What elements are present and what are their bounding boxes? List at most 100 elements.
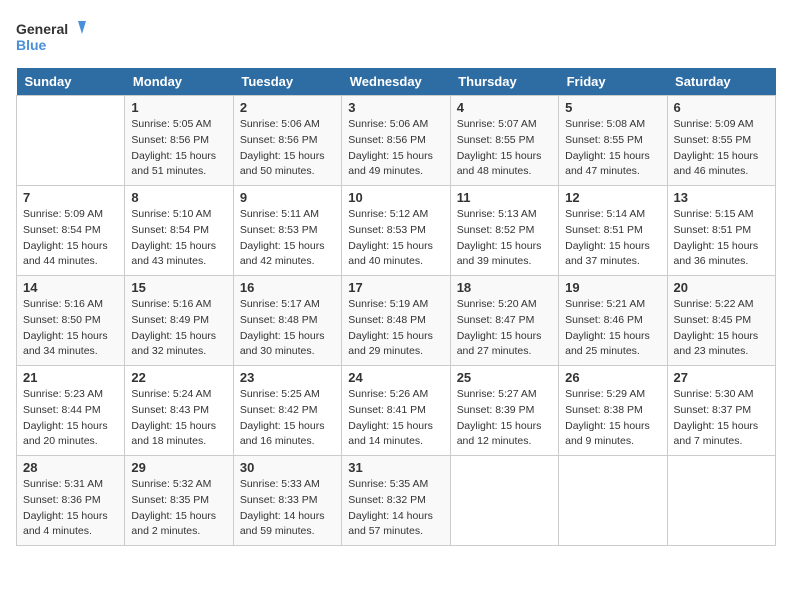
- calendar-cell: 29 Sunrise: 5:32 AM Sunset: 8:35 PM Dayli…: [125, 456, 233, 546]
- day-number: 29: [131, 460, 226, 475]
- calendar-cell: 3 Sunrise: 5:06 AM Sunset: 8:56 PM Daylig…: [342, 96, 450, 186]
- weekday-header-thursday: Thursday: [450, 68, 558, 96]
- calendar-cell: [559, 456, 667, 546]
- calendar-cell: [450, 456, 558, 546]
- day-number: 12: [565, 190, 660, 205]
- calendar-cell: 21 Sunrise: 5:23 AM Sunset: 8:44 PM Dayli…: [17, 366, 125, 456]
- day-number: 22: [131, 370, 226, 385]
- day-number: 9: [240, 190, 335, 205]
- day-info: Sunrise: 5:10 AM Sunset: 8:54 PM Dayligh…: [131, 207, 226, 270]
- day-number: 3: [348, 100, 443, 115]
- day-info: Sunrise: 5:17 AM Sunset: 8:48 PM Dayligh…: [240, 297, 335, 360]
- weekday-header-saturday: Saturday: [667, 68, 775, 96]
- calendar-cell: 28 Sunrise: 5:31 AM Sunset: 8:36 PM Dayli…: [17, 456, 125, 546]
- day-info: Sunrise: 5:25 AM Sunset: 8:42 PM Dayligh…: [240, 387, 335, 450]
- day-info: Sunrise: 5:12 AM Sunset: 8:53 PM Dayligh…: [348, 207, 443, 270]
- calendar-cell: 14 Sunrise: 5:16 AM Sunset: 8:50 PM Dayli…: [17, 276, 125, 366]
- day-number: 11: [457, 190, 552, 205]
- calendar-cell: 19 Sunrise: 5:21 AM Sunset: 8:46 PM Dayli…: [559, 276, 667, 366]
- logo: General Blue: [16, 16, 86, 56]
- day-info: Sunrise: 5:30 AM Sunset: 8:37 PM Dayligh…: [674, 387, 769, 450]
- day-number: 26: [565, 370, 660, 385]
- day-info: Sunrise: 5:15 AM Sunset: 8:51 PM Dayligh…: [674, 207, 769, 270]
- week-row-5: 28 Sunrise: 5:31 AM Sunset: 8:36 PM Dayli…: [17, 456, 776, 546]
- logo-svg: General Blue: [16, 16, 86, 56]
- day-number: 28: [23, 460, 118, 475]
- calendar-cell: 1 Sunrise: 5:05 AM Sunset: 8:56 PM Daylig…: [125, 96, 233, 186]
- calendar-cell: [17, 96, 125, 186]
- day-number: 14: [23, 280, 118, 295]
- calendar-cell: 7 Sunrise: 5:09 AM Sunset: 8:54 PM Daylig…: [17, 186, 125, 276]
- day-number: 24: [348, 370, 443, 385]
- calendar-cell: 8 Sunrise: 5:10 AM Sunset: 8:54 PM Daylig…: [125, 186, 233, 276]
- day-number: 23: [240, 370, 335, 385]
- calendar-cell: 24 Sunrise: 5:26 AM Sunset: 8:41 PM Dayli…: [342, 366, 450, 456]
- weekday-header-monday: Monday: [125, 68, 233, 96]
- weekday-header-friday: Friday: [559, 68, 667, 96]
- day-number: 31: [348, 460, 443, 475]
- calendar-cell: 17Sunrise: 5:19 AM Sunset: 8:48 PM Dayli…: [342, 276, 450, 366]
- day-number: 27: [674, 370, 769, 385]
- day-info: Sunrise: 5:06 AM Sunset: 8:56 PM Dayligh…: [240, 117, 335, 180]
- day-info: Sunrise: 5:06 AM Sunset: 8:56 PM Dayligh…: [348, 117, 443, 180]
- day-number: 13: [674, 190, 769, 205]
- calendar-cell: 15 Sunrise: 5:16 AM Sunset: 8:49 PM Dayli…: [125, 276, 233, 366]
- weekday-header-tuesday: Tuesday: [233, 68, 341, 96]
- calendar-cell: 9 Sunrise: 5:11 AM Sunset: 8:53 PM Daylig…: [233, 186, 341, 276]
- weekday-header-row: SundayMondayTuesdayWednesdayThursdayFrid…: [17, 68, 776, 96]
- week-row-4: 21 Sunrise: 5:23 AM Sunset: 8:44 PM Dayli…: [17, 366, 776, 456]
- day-number: 19: [565, 280, 660, 295]
- day-number: 15: [131, 280, 226, 295]
- week-row-1: 1 Sunrise: 5:05 AM Sunset: 8:56 PM Daylig…: [17, 96, 776, 186]
- day-number: 5: [565, 100, 660, 115]
- calendar-cell: 5 Sunrise: 5:08 AM Sunset: 8:55 PM Daylig…: [559, 96, 667, 186]
- day-info: Sunrise: 5:20 AM Sunset: 8:47 PM Dayligh…: [457, 297, 552, 360]
- day-number: 18: [457, 280, 552, 295]
- calendar-cell: 10 Sunrise: 5:12 AM Sunset: 8:53 PM Dayli…: [342, 186, 450, 276]
- calendar-cell: 22 Sunrise: 5:24 AM Sunset: 8:43 PM Dayli…: [125, 366, 233, 456]
- day-number: 17: [348, 280, 443, 295]
- day-number: 7: [23, 190, 118, 205]
- day-number: 1: [131, 100, 226, 115]
- week-row-3: 14 Sunrise: 5:16 AM Sunset: 8:50 PM Dayli…: [17, 276, 776, 366]
- calendar-cell: 18 Sunrise: 5:20 AM Sunset: 8:47 PM Dayli…: [450, 276, 558, 366]
- calendar-cell: [667, 456, 775, 546]
- calendar-cell: 27 Sunrise: 5:30 AM Sunset: 8:37 PM Dayli…: [667, 366, 775, 456]
- day-number: 8: [131, 190, 226, 205]
- day-info: Sunrise: 5:16 AM Sunset: 8:50 PM Dayligh…: [23, 297, 118, 360]
- day-number: 20: [674, 280, 769, 295]
- calendar-cell: 26 Sunrise: 5:29 AM Sunset: 8:38 PM Dayli…: [559, 366, 667, 456]
- day-number: 21: [23, 370, 118, 385]
- day-info: Sunrise: 5:31 AM Sunset: 8:36 PM Dayligh…: [23, 477, 118, 540]
- day-info: Sunrise: 5:29 AM Sunset: 8:38 PM Dayligh…: [565, 387, 660, 450]
- day-info: Sunrise: 5:16 AM Sunset: 8:49 PM Dayligh…: [131, 297, 226, 360]
- svg-text:Blue: Blue: [16, 37, 47, 53]
- day-info: Sunrise: 5:09 AM Sunset: 8:54 PM Dayligh…: [23, 207, 118, 270]
- day-number: 6: [674, 100, 769, 115]
- day-info: Sunrise: 5:21 AM Sunset: 8:46 PM Dayligh…: [565, 297, 660, 360]
- day-number: 30: [240, 460, 335, 475]
- day-info: Sunrise: 5:07 AM Sunset: 8:55 PM Dayligh…: [457, 117, 552, 180]
- svg-text:General: General: [16, 21, 68, 37]
- week-row-2: 7 Sunrise: 5:09 AM Sunset: 8:54 PM Daylig…: [17, 186, 776, 276]
- calendar-cell: 6Sunrise: 5:09 AM Sunset: 8:55 PM Daylig…: [667, 96, 775, 186]
- calendar-cell: 12 Sunrise: 5:14 AM Sunset: 8:51 PM Dayli…: [559, 186, 667, 276]
- calendar-cell: 25Sunrise: 5:27 AM Sunset: 8:39 PM Dayli…: [450, 366, 558, 456]
- day-info: Sunrise: 5:23 AM Sunset: 8:44 PM Dayligh…: [23, 387, 118, 450]
- calendar-cell: 2 Sunrise: 5:06 AM Sunset: 8:56 PM Daylig…: [233, 96, 341, 186]
- day-number: 10: [348, 190, 443, 205]
- calendar-cell: 16Sunrise: 5:17 AM Sunset: 8:48 PM Dayli…: [233, 276, 341, 366]
- day-info: Sunrise: 5:26 AM Sunset: 8:41 PM Dayligh…: [348, 387, 443, 450]
- day-info: Sunrise: 5:14 AM Sunset: 8:51 PM Dayligh…: [565, 207, 660, 270]
- day-info: Sunrise: 5:24 AM Sunset: 8:43 PM Dayligh…: [131, 387, 226, 450]
- day-info: Sunrise: 5:05 AM Sunset: 8:56 PM Dayligh…: [131, 117, 226, 180]
- day-info: Sunrise: 5:08 AM Sunset: 8:55 PM Dayligh…: [565, 117, 660, 180]
- calendar-cell: 30 Sunrise: 5:33 AM Sunset: 8:33 PM Dayli…: [233, 456, 341, 546]
- day-info: Sunrise: 5:11 AM Sunset: 8:53 PM Dayligh…: [240, 207, 335, 270]
- calendar-cell: 20Sunrise: 5:22 AM Sunset: 8:45 PM Dayli…: [667, 276, 775, 366]
- day-info: Sunrise: 5:33 AM Sunset: 8:33 PM Dayligh…: [240, 477, 335, 540]
- weekday-header-sunday: Sunday: [17, 68, 125, 96]
- day-info: Sunrise: 5:32 AM Sunset: 8:35 PM Dayligh…: [131, 477, 226, 540]
- day-number: 2: [240, 100, 335, 115]
- day-number: 25: [457, 370, 552, 385]
